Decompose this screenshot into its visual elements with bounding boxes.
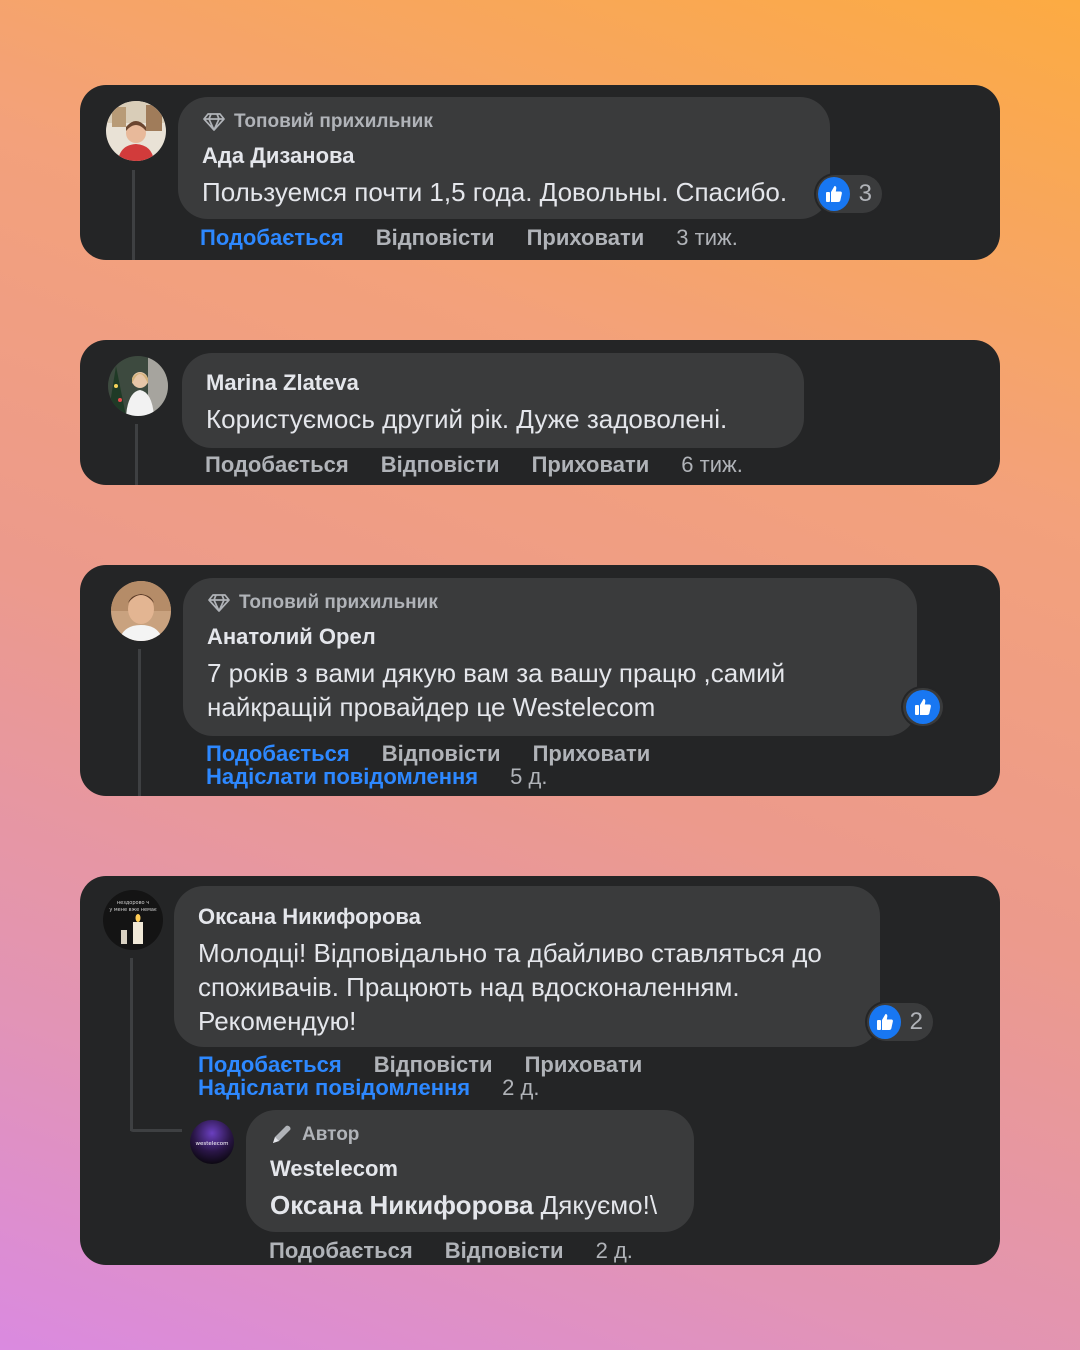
comment-text: Пользуемся почти 1,5 года. Довольны. Спа… [202,177,788,207]
reaction-summary[interactable]: 2 [867,1003,933,1041]
like-link[interactable]: Подобається [205,452,349,478]
hide-link[interactable]: Приховати [532,452,650,478]
reply-avatar[interactable]: westelecom [190,1120,234,1164]
comment-author[interactable]: Ада Дизанова [202,143,806,169]
thread-line [130,958,133,1131]
top-fan-badge: Топовий прихильник [207,592,893,614]
badge-label: Топовий прихильник [234,111,433,132]
comment-text-line-1: 7 років з вами дякую вам за вашу працю ,… [207,658,786,688]
reply-author[interactable]: Westelecom [270,1156,670,1182]
thread-line [135,424,138,485]
timestamp[interactable]: 2 д. [502,1075,539,1101]
badge-label: Автор [302,1124,360,1145]
pencil-icon [273,1125,291,1143]
hide-link[interactable]: Приховати [533,741,651,767]
comment-actions: Подобається Відповісти Приховати 3 тиж. [200,225,738,251]
thread-line [132,170,135,260]
thumbs-up-icon [876,1014,893,1030]
avatar[interactable] [106,101,166,161]
reply-actions: Подобається Відповісти 2 д. [269,1238,633,1264]
comment-text-line-1: Молодці! Відповідально та дбайливо ставл… [198,938,822,968]
reply-link[interactable]: Відповісти [445,1238,564,1264]
reply-link[interactable]: Відповісти [376,225,495,251]
comment-text-line-2: споживачів. Працюють над вдосконаленням. [198,972,740,1002]
comment-card-2: Marina Zlateva Користуємось другий рік. … [80,340,1000,485]
comment-bubble: Топовий прихильник Ада Дизанова Пользуем… [178,97,830,219]
reaction-count: 2 [909,1008,923,1035]
reply-mention[interactable]: Оксана Никифорова [270,1190,533,1220]
comment-actions-row-2: Надіслати повідомлення 2 д. [198,1075,539,1101]
send-message-link[interactable]: Надіслати повідомлення [198,1075,470,1101]
reaction-summary[interactable] [903,688,943,726]
comment-text: Користуємось другий рік. Дуже задоволені… [206,404,728,434]
reaction-count: 3 [858,180,872,207]
comment-bubble: Оксана Никифорова Молодці! Відповідально… [174,886,880,1047]
timestamp[interactable]: 3 тиж. [676,225,738,251]
avatar[interactable] [108,356,168,416]
diamond-icon [208,594,230,612]
comment-text-line-3: Рекомендую! [198,1006,357,1036]
comment-actions-row-2: Надіслати повідомлення 5 д. [206,764,547,790]
diamond-icon [203,113,225,131]
reply-text: Оксана Никифорова Дякуємо!\ [270,1188,670,1222]
svg-text:нездорово ч: нездорово ч [117,900,149,906]
avatar[interactable]: нездорово ч у мене вже немає [103,890,163,950]
reply-bubble: Автор Westelecom Оксана Никифорова Дякує… [246,1110,694,1232]
comment-bubble: Marina Zlateva Користуємось другий рік. … [182,353,804,448]
send-message-link[interactable]: Надіслати повідомлення [206,764,478,790]
top-fan-badge: Топовий прихильник [202,111,806,133]
like-link[interactable]: Подобається [200,225,344,251]
thread-connector [130,1129,182,1132]
thread-line [138,649,141,796]
svg-text:у мене вже немає: у мене вже немає [109,907,157,913]
comment-card-4: нездорово ч у мене вже немає Оксана Ники… [80,876,1000,1265]
like-link[interactable]: Подобається [269,1238,413,1264]
thumbs-up-icon [825,186,842,202]
thumbs-up-icon [915,699,931,715]
avatar[interactable] [111,581,171,641]
comment-card-3: Топовий прихильник Анатолий Орел 7 років… [80,565,1000,796]
timestamp[interactable]: 6 тиж. [681,452,743,478]
svg-text:westelecom: westelecom [196,1141,229,1147]
comment-author[interactable]: Оксана Никифорова [198,904,856,930]
timestamp[interactable]: 2 д. [596,1238,633,1264]
reaction-summary[interactable]: 3 [816,175,882,213]
hide-link[interactable]: Приховати [525,1052,643,1078]
comment-bubble: Топовий прихильник Анатолий Орел 7 років… [183,578,917,736]
reply-text-body: Дякуємо!\ [533,1190,658,1220]
comment-author[interactable]: Marina Zlateva [206,370,780,396]
comment-author[interactable]: Анатолий Орел [207,624,893,650]
comment-text-line-2: найкращій провайдер це Westelecom [207,692,656,722]
comment-card-1: Топовий прихильник Ада Дизанова Пользуем… [80,85,1000,260]
author-badge: Автор [270,1124,670,1146]
comment-actions: Подобається Відповісти Приховати 6 тиж. [205,452,743,478]
badge-label: Топовий прихильник [239,592,438,613]
timestamp[interactable]: 5 д. [510,764,547,790]
hide-link[interactable]: Приховати [527,225,645,251]
reply-link[interactable]: Відповісти [381,452,500,478]
